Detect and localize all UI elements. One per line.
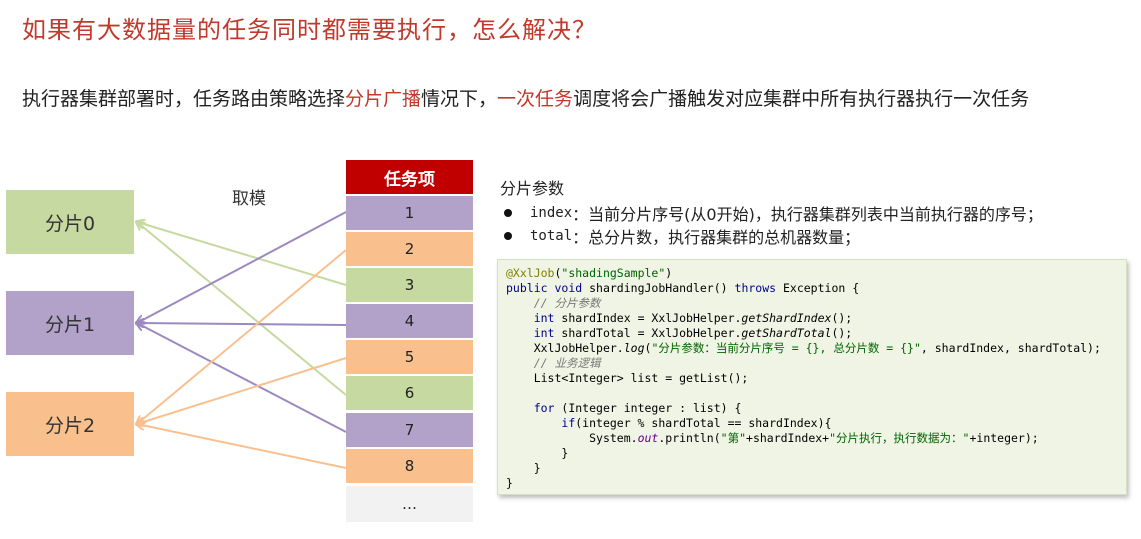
task-item-ellipsis: … [346,486,473,522]
code-method: getShardTotal [741,326,832,340]
code-kw-for: for [533,401,555,415]
modulo-label: 取模 [232,189,266,209]
code-text: +integer); [969,431,1039,445]
code-method: log [623,341,645,355]
code-kw-void: void [554,281,583,295]
code-snippet: @XxlJob("shadingSample") public void sha… [497,259,1127,495]
line-task-7-to-shard-1 [137,323,347,433]
code-kw-if: if [561,416,576,430]
code-text: +shardIndex+ [746,431,830,445]
code-kw-public: public [506,281,548,295]
code-text: (integer % shardTotal == shardIndex){ [575,416,832,430]
line-task-5-to-shard-2 [137,357,347,424]
line-task-8-to-shard-2 [137,424,347,469]
code-text: shardTotal = XxlJobHelper. [554,326,742,340]
code-text: , shardIndex, shardTotal); [920,341,1101,355]
param-key-total: total [530,227,573,244]
line-task-1-to-shard-1 [137,211,347,323]
code-kw-int: int [533,311,555,325]
param-row-index: index ：当前分片序号(从0开始)，执行器集群列表中当前执行器的序号； [500,201,1043,224]
task-item-7: 7 [346,413,473,447]
shard-1-box: 分片1 [6,291,134,355]
code-string: "分片执行，执行数据为：" [829,431,970,445]
code-comment-logic: // 业务逻辑 [533,356,601,370]
code-string: "分片参数：当前分片序号 = {}, 总分片数 = {}" [651,341,921,355]
code-annotation-arg: "shadingSample" [561,266,666,280]
param-key-index: index [530,204,573,221]
line-task-4-to-shard-1 [137,323,347,325]
code-brace: } [533,461,541,475]
shard-0-box: 分片0 [6,190,134,254]
code-text: shardIndex = XxlJobHelper. [554,311,742,325]
line-task-2-to-shard-2 [137,249,347,424]
code-method: getShardIndex [741,311,832,325]
shard-2-box: 分片2 [6,392,134,456]
code-field: out [637,431,659,445]
bullet-icon [504,231,512,240]
code-annotation: @XxlJob [506,266,555,280]
shard-params-title: 分片参数 [500,179,565,198]
task-item-2: 2 [346,232,473,266]
code-kw-int: int [533,326,555,340]
task-item-5: 5 [346,340,473,374]
code-brace: } [561,446,569,460]
code-text: (Integer integer : list) { [554,401,742,415]
task-item-8: 8 [346,449,473,483]
task-item-1: 1 [346,196,473,230]
code-text: System. [589,431,638,445]
code-kw-throws: throws [734,281,777,295]
code-text: (); [831,311,853,325]
code-string: "第" [720,431,747,445]
shard-params: 分片参数 index ：当前分片序号(从0开始)，执行器集群列表中当前执行器的序… [500,175,1043,247]
code-text: XxlJobHelper. [533,341,624,355]
bullet-icon [504,208,512,217]
code-text: (); [831,326,853,340]
task-item-6: 6 [346,376,473,410]
task-item-3: 3 [346,268,473,302]
param-desc-index: ：当前分片序号(从0开始)，执行器集群列表中当前执行器的序号； [572,204,1043,224]
code-comment-params: // 分片参数 [533,296,601,310]
code-sig-rest: Exception { [776,281,860,295]
code-text: List<Integer> list = getList(); [533,371,749,385]
param-desc-total: ：总分片数，执行器集群的总机器数量； [572,227,861,247]
code-text: .println( [658,431,721,445]
param-row-total: total ：总分片数，执行器集群的总机器数量； [500,224,1043,247]
task-item-4: 4 [346,304,473,338]
line-task-6-to-shard-0 [137,222,347,396]
code-brace: } [506,476,513,490]
code-method-name: shardingJobHandler() [582,281,735,295]
task-list-header: 任务项 [346,160,473,194]
